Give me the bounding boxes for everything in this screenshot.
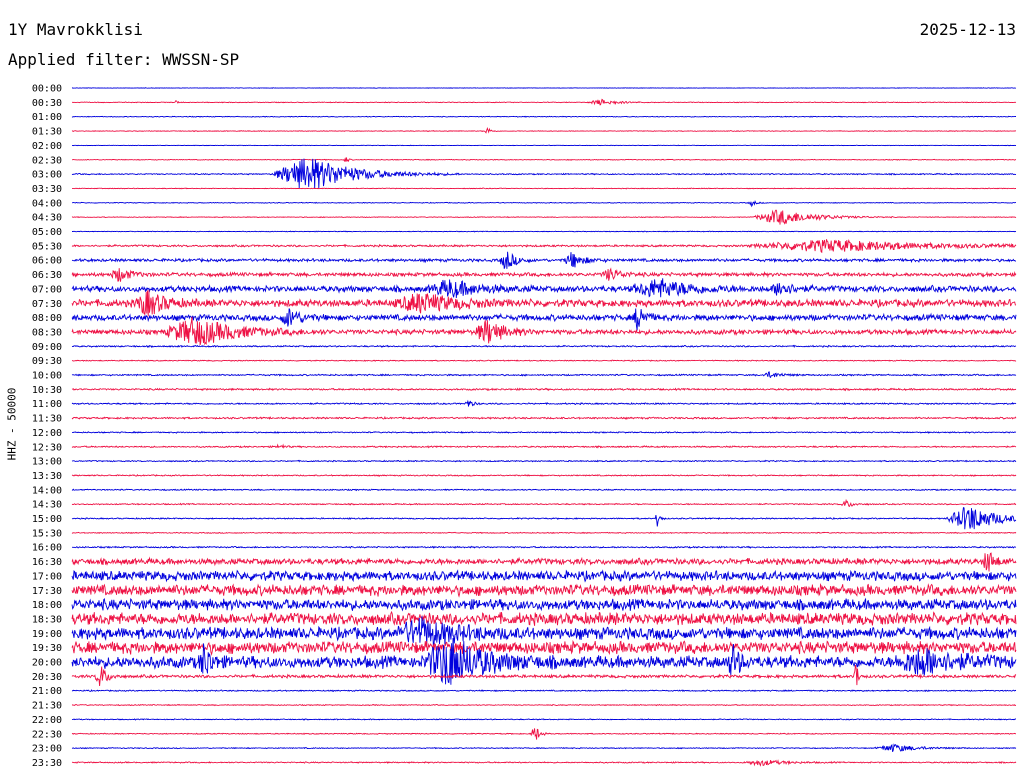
trace-line-1830 <box>71 610 1017 626</box>
trace-line-2330 <box>71 759 1017 767</box>
row-time-label: 22:00 <box>32 715 62 726</box>
trace-line-1500 <box>71 506 1017 530</box>
row-time-label: 08:00 <box>32 313 62 324</box>
trace-line-0900 <box>71 344 1017 349</box>
row-time-label: 21:00 <box>32 686 62 697</box>
trace-line-0500 <box>72 230 1017 233</box>
trace-line-2130 <box>71 703 1016 707</box>
trace-line-0600 <box>71 251 1016 269</box>
trace-line-1930 <box>71 639 1017 656</box>
row-time-label: 10:00 <box>32 371 62 382</box>
row-time-label: 00:30 <box>32 98 62 109</box>
row-time-label: 17:30 <box>32 586 62 597</box>
row-time-label: 06:30 <box>32 270 62 281</box>
trace-line-0300 <box>71 158 1017 189</box>
row-time-label: 05:30 <box>32 241 62 252</box>
trace-line-0230 <box>71 157 1017 163</box>
row-time-label: 12:00 <box>32 428 62 439</box>
trace-line-0930 <box>71 359 1017 362</box>
row-time-label: 01:00 <box>32 112 62 123</box>
trace-line-0330 <box>72 187 1016 190</box>
row-time-label: 14:00 <box>32 485 62 496</box>
row-time-label: 02:00 <box>32 141 62 152</box>
row-time-label: 14:30 <box>32 500 62 511</box>
row-time-label: 03:30 <box>32 184 62 195</box>
trace-line-2200 <box>71 718 1016 721</box>
row-time-label: 15:00 <box>32 514 62 525</box>
row-time-label: 04:00 <box>32 198 62 209</box>
row-time-label: 03:00 <box>32 170 62 181</box>
trace-line-1400 <box>71 488 1017 492</box>
trace-line-0030 <box>72 98 1017 106</box>
row-time-label: 07:00 <box>32 284 62 295</box>
row-time-label: 18:30 <box>32 614 62 625</box>
row-time-label: 13:30 <box>32 471 62 482</box>
row-time-label: 16:00 <box>32 543 62 554</box>
trace-line-1700 <box>71 569 1017 583</box>
row-time-label: 06:00 <box>32 256 62 267</box>
row-time-label: 12:30 <box>32 442 62 453</box>
trace-line-1730 <box>71 582 1017 598</box>
trace-line-0200 <box>72 144 1017 147</box>
row-time-label: 20:30 <box>32 672 62 683</box>
row-time-label: 23:00 <box>32 744 62 755</box>
row-time-label: 09:00 <box>32 342 62 353</box>
trace-line-0400 <box>71 200 1016 208</box>
row-time-label: 10:30 <box>32 385 62 396</box>
row-time-label: 08:30 <box>32 327 62 338</box>
trace-line-0830 <box>71 316 1017 346</box>
trace-line-0530 <box>71 239 1017 254</box>
row-time-label: 17:00 <box>32 571 62 582</box>
trace-line-1630 <box>71 552 1017 572</box>
trace-line-0000 <box>71 87 1017 89</box>
trace-line-0430 <box>71 209 1017 225</box>
trace-line-0700 <box>71 278 1017 299</box>
trace-line-1530 <box>71 531 1017 535</box>
trace-line-1200 <box>72 430 1017 434</box>
row-time-label: 11:00 <box>32 399 62 410</box>
trace-line-1330 <box>71 473 1017 477</box>
trace-line-2300 <box>71 743 1017 752</box>
row-time-label: 04:30 <box>32 213 62 224</box>
trace-line-1430 <box>71 498 1017 507</box>
trace-line-0800 <box>71 308 1017 331</box>
helicorder-plot: 00:00 00:30 01:00 01:30 02:00 02:30 03:00 03:30… <box>32 84 1017 769</box>
trace-line-1030 <box>71 387 1017 392</box>
trace-line-1300 <box>71 459 1017 463</box>
trace-line-1800 <box>71 597 1017 612</box>
row-time-label: 02:30 <box>32 155 62 166</box>
row-time-label: 01:30 <box>32 127 62 138</box>
row-time-label: 13:00 <box>32 457 62 468</box>
trace-line-1600 <box>71 545 1017 549</box>
row-time-label: 19:00 <box>32 629 62 640</box>
row-time-label: 11:30 <box>32 414 62 425</box>
trace-line-0100 <box>71 115 1016 118</box>
trace-line-2100 <box>71 689 1017 693</box>
trace-line-0630 <box>71 267 1017 282</box>
trace-line-2030 <box>71 664 1017 687</box>
row-time-label: 09:30 <box>32 356 62 367</box>
row-time-label: 21:30 <box>32 701 62 712</box>
row-time-label: 00:00 <box>32 84 62 95</box>
row-time-label: 22:30 <box>32 729 62 740</box>
trace-line-0730 <box>71 290 1017 317</box>
trace-line-1100 <box>71 399 1017 407</box>
trace-line-1230 <box>71 443 1017 449</box>
row-time-label: 05:00 <box>32 227 62 238</box>
row-time-label: 23:30 <box>32 758 62 769</box>
trace-line-2230 <box>71 728 1017 740</box>
row-time-label: 20:00 <box>32 658 62 669</box>
trace-line-1000 <box>71 371 1017 379</box>
trace-line-1130 <box>71 415 1017 420</box>
row-time-label: 18:00 <box>32 600 62 611</box>
row-time-label: 19:30 <box>32 643 62 654</box>
row-time-label: 16:30 <box>32 557 62 568</box>
row-time-label: 07:30 <box>32 299 62 310</box>
trace-line-0130 <box>71 126 1017 134</box>
row-time-label: 15:30 <box>32 528 62 539</box>
